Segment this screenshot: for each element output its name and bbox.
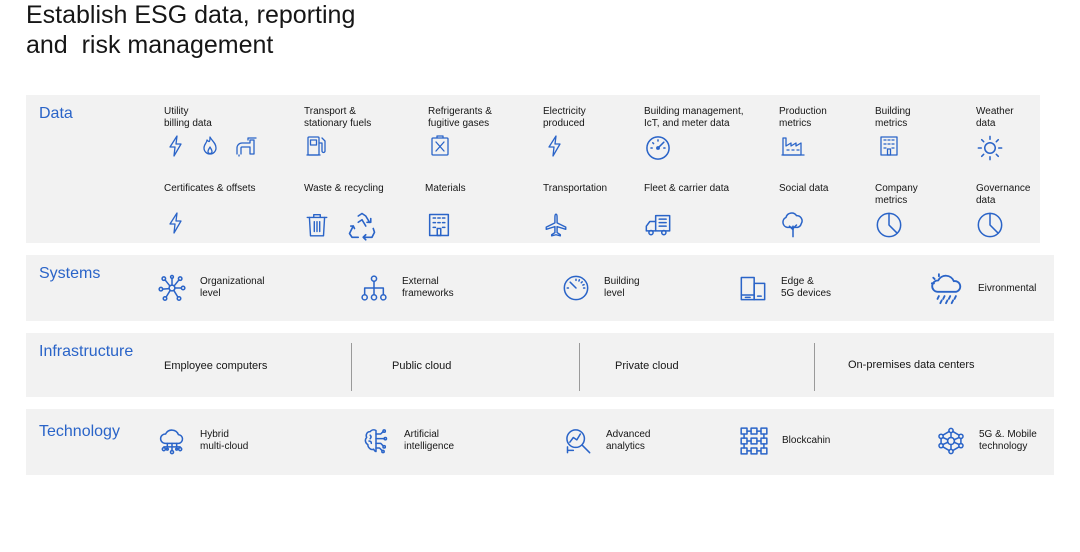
item-label: Building level (604, 276, 640, 299)
gauge-icon (562, 274, 590, 302)
data-item-building-metrics: Building metrics (875, 106, 911, 158)
mobile-network-icon (937, 427, 965, 455)
technology-item-hybrid-cloud: Hybrid multi-cloud (158, 427, 248, 455)
item-label: Production metrics (779, 106, 827, 129)
infra-item-employee-computers: Employee computers (164, 360, 268, 372)
title-line-1: Establish ESG data, reporting (26, 1, 356, 29)
item-label: Social data (779, 183, 829, 194)
item-label: Transport & stationary fuels (304, 106, 372, 129)
blockchain-icon (740, 427, 768, 455)
data-band-label: Data (39, 105, 73, 122)
systems-item-environmental: Eivronmental (928, 272, 1036, 306)
item-label: Refrigerants & fugitive gases (428, 106, 492, 129)
recycle-icon (346, 211, 378, 241)
sun-icon (976, 134, 1004, 162)
item-label: External frameworks (402, 276, 454, 299)
item-label: Hybrid multi-cloud (200, 429, 249, 452)
lightning-icon (164, 134, 188, 158)
analytics-icon (564, 427, 592, 455)
data-item-social-data: Social data (779, 183, 828, 239)
data-item-production-metrics: Production metrics (779, 106, 827, 158)
data-item-transport-fuels: Transport & stationary fuels (304, 106, 371, 158)
item-label: Eivronmental (978, 283, 1037, 294)
lightning-icon (164, 211, 188, 235)
meter-gauge-icon (644, 134, 672, 162)
data-item-materials: Materials (425, 183, 466, 239)
systems-item-building: Building level (562, 274, 640, 302)
item-label: Waste & recycling (304, 183, 384, 194)
data-item-waste-recycling: Waste & recycling (304, 183, 384, 241)
technology-band: Technology Hybrid multi-cloud Artificial… (26, 409, 1054, 475)
data-item-company-metrics: Company metrics (875, 183, 918, 239)
systems-item-edge-devices: Edge & 5G devices (739, 274, 831, 302)
item-label: Materials (425, 183, 466, 194)
technology-item-ai: Artificial intelligence (362, 427, 454, 455)
data-item-refrigerants: Refrigerants & fugitive gases (428, 106, 492, 158)
item-label: Advanced analytics (606, 429, 651, 452)
divider (351, 343, 352, 391)
title-line-2: and risk management (26, 31, 274, 59)
data-item-governance-data: Governance data (976, 183, 1030, 239)
weather-storm-icon (928, 272, 964, 306)
pie-chart-icon (976, 211, 1004, 239)
item-label: Edge & 5G devices (781, 276, 832, 299)
tree-icon (779, 211, 807, 239)
data-item-fleet-carrier: Fleet & carrier data (644, 183, 729, 239)
hierarchy-icon (360, 274, 388, 302)
divider (579, 343, 580, 391)
airplane-icon (543, 211, 569, 239)
infrastructure-band: Infrastructure Employee computers Public… (26, 333, 1054, 397)
devices-icon (739, 274, 767, 302)
item-label: Electricity produced (543, 106, 586, 129)
faucet-icon (232, 134, 260, 158)
data-item-weather-data: Weather data (976, 106, 1014, 162)
building-icon (875, 134, 903, 158)
data-item-transportation: Transportation (543, 183, 607, 239)
network-icon (158, 274, 186, 302)
item-label: Company metrics (875, 183, 918, 206)
factory-icon (779, 134, 807, 158)
data-item-electricity-produced: Electricity produced (543, 106, 586, 158)
technology-band-label: Technology (39, 423, 120, 440)
item-label: 5G &. Mobile technology (979, 429, 1037, 452)
item-label: Transportation (543, 183, 608, 194)
trash-can-icon (304, 211, 330, 239)
systems-item-organizational: Organizational level (158, 274, 264, 302)
systems-band: Systems Organizational level External fr… (26, 255, 1054, 321)
gas-container-icon (428, 134, 452, 158)
item-label: Blockcahin (782, 435, 831, 446)
infra-item-public-cloud: Public cloud (392, 360, 452, 372)
item-label: Building metrics (875, 106, 911, 129)
data-item-certificates: Certificates & offsets (164, 183, 256, 235)
item-label: Organizational level (200, 276, 265, 299)
systems-item-external: External frameworks (360, 274, 454, 302)
item-label: Artificial intelligence (404, 429, 455, 452)
technology-item-analytics: Advanced analytics (564, 427, 650, 455)
flame-icon (198, 134, 222, 158)
page-title: Establish ESG data, reporting and risk m… (26, 0, 355, 60)
data-band: Data Utility billing data Transport & st… (26, 95, 1040, 243)
brain-circuit-icon (362, 427, 390, 455)
item-label: Governance data (976, 183, 1031, 206)
fuel-pump-icon (304, 134, 328, 158)
data-item-utility-billing: Utility billing data (164, 106, 260, 158)
data-item-building-management: Building management, IcT, and meter data (644, 106, 744, 162)
item-label: Certificates & offsets (164, 183, 256, 194)
item-label: Weather data (976, 106, 1014, 129)
item-label: Fleet & carrier data (644, 183, 730, 194)
technology-item-blockchain: Blockcahin (740, 427, 830, 455)
divider (814, 343, 815, 391)
item-label: Utility billing data (164, 106, 212, 129)
technology-item-5g-mobile: 5G &. Mobile technology (937, 427, 1037, 455)
systems-band-label: Systems (39, 265, 101, 282)
item-label: Building management, IcT, and meter data (644, 106, 744, 129)
building-icon (425, 211, 453, 239)
infra-item-private-cloud: Private cloud (615, 360, 679, 372)
infra-item-on-premises: On-premises data centers (848, 359, 975, 371)
infrastructure-band-label: Infrastructure (39, 343, 134, 360)
lightning-icon (543, 134, 567, 158)
delivery-truck-icon (644, 211, 672, 239)
pie-chart-icon (875, 211, 903, 239)
cloud-network-icon (158, 427, 186, 455)
